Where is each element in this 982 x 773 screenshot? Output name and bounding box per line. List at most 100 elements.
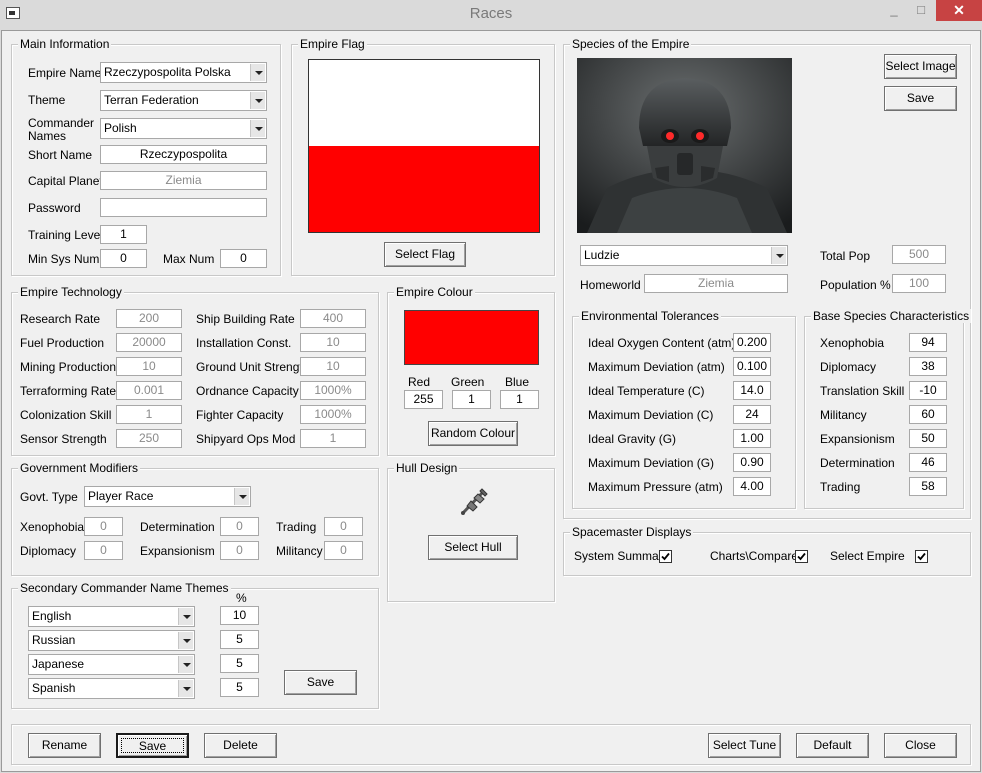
env-row-label: Maximum Deviation (C) (588, 408, 714, 422)
capital-planet-label: Capital Planet (28, 174, 103, 188)
select-empire-checkbox[interactable] (915, 550, 928, 563)
trait-label: Xenophobia (820, 336, 885, 350)
select-image-button[interactable]: Select Image (884, 54, 957, 79)
empire-flag-title: Empire Flag (298, 37, 367, 51)
save-button[interactable]: Save (116, 733, 189, 758)
gov-determination-field: 0 (220, 517, 259, 536)
select-hull-button[interactable]: Select Hull (428, 535, 518, 560)
secondary-theme-combo[interactable]: English (28, 606, 195, 627)
env-row-label: Maximum Deviation (G) (588, 456, 715, 470)
env-row-value[interactable]: 1.00 (733, 429, 771, 448)
secondary-theme-combo[interactable]: Spanish (28, 678, 195, 699)
species-save-button[interactable]: Save (884, 86, 957, 111)
empire-name-combo[interactable]: Rzeczypospolita Polska (100, 62, 267, 83)
trait-value[interactable]: 60 (909, 405, 947, 424)
species-combo[interactable]: Ludzie (580, 245, 788, 266)
green-input[interactable]: 1 (452, 390, 491, 409)
chevron-down-icon[interactable] (178, 680, 193, 697)
chevron-down-icon[interactable] (250, 92, 265, 109)
env-row-label: Maximum Pressure (atm) (588, 480, 723, 494)
trait-label: Expansionism (820, 432, 895, 446)
minimize-button[interactable]: _ (882, 0, 906, 21)
random-colour-button[interactable]: Random Colour (428, 421, 518, 446)
environmental-tolerances-group: Environmental Tolerances Ideal Oxygen Co… (572, 309, 796, 509)
tech-label: Mining Production (20, 360, 117, 374)
chevron-down-icon[interactable] (178, 608, 193, 625)
trait-value[interactable]: 58 (909, 477, 947, 496)
secondary-theme-pct[interactable]: 5 (220, 630, 259, 649)
select-empire-label: Select Empire (830, 549, 905, 563)
short-name-input[interactable]: Rzeczypospolita (100, 145, 267, 164)
training-level-input[interactable]: 1 (100, 225, 147, 244)
max-num-input[interactable]: 0 (220, 249, 267, 268)
env-row-value[interactable]: 4.00 (733, 477, 771, 496)
chevron-down-icon[interactable] (250, 120, 265, 137)
hull-design-title: Hull Design (394, 461, 460, 475)
trait-value[interactable]: 38 (909, 357, 947, 376)
min-sys-num-label: Min Sys Num (28, 252, 100, 266)
trait-label: Translation Skill (820, 384, 905, 398)
gov-xenophobia-field: 0 (84, 517, 123, 536)
chevron-down-icon[interactable] (250, 64, 265, 81)
commander-names-label-line1: Commander (28, 116, 95, 130)
secondary-themes-save-button[interactable]: Save (284, 670, 357, 695)
secondary-theme-pct[interactable]: 5 (220, 654, 259, 673)
species-portrait (577, 58, 792, 233)
theme-combo[interactable]: Terran Federation (100, 90, 267, 111)
rename-button[interactable]: Rename (28, 733, 101, 758)
red-input[interactable]: 255 (404, 390, 443, 409)
env-row-value[interactable]: 0.100 (733, 357, 771, 376)
tech-label: Ground Unit Strength (196, 360, 310, 374)
trait-value[interactable]: 94 (909, 333, 947, 352)
secondary-theme-combo[interactable]: Japanese (28, 654, 195, 675)
env-row-value[interactable]: 0.90 (733, 453, 771, 472)
secondary-theme-pct[interactable]: 10 (220, 606, 259, 625)
gov-diplomacy-label: Diplomacy (20, 544, 77, 558)
tech-label: Ship Building Rate (196, 312, 295, 326)
password-input[interactable] (100, 198, 267, 217)
system-summary-checkbox[interactable] (659, 550, 672, 563)
secondary-commander-themes-title: Secondary Commander Name Themes (18, 581, 231, 595)
trait-value[interactable]: -10 (909, 381, 947, 400)
min-sys-num-input[interactable]: 0 (100, 249, 147, 268)
env-row-value[interactable]: 0.200 (733, 333, 771, 352)
close-button[interactable]: Close (884, 733, 957, 758)
trait-value[interactable]: 46 (909, 453, 947, 472)
empire-colour-group: Empire Colour Red Green Blue 255 1 1 Ran… (387, 285, 555, 456)
env-row-value[interactable]: 24 (733, 405, 771, 424)
default-button[interactable]: Default (796, 733, 869, 758)
trait-value[interactable]: 50 (909, 429, 947, 448)
window-titlebar[interactable]: Races _ □ ✕ (0, 0, 982, 30)
charts-compare-label: Charts\Compare (710, 549, 799, 563)
tech-value: 1 (116, 405, 182, 424)
charts-compare-checkbox[interactable] (795, 550, 808, 563)
system-summary-label: System Summary (574, 549, 669, 563)
select-tune-button[interactable]: Select Tune (708, 733, 781, 758)
chevron-down-icon[interactable] (178, 632, 193, 649)
delete-button[interactable]: Delete (204, 733, 277, 758)
chevron-down-icon[interactable] (178, 656, 193, 673)
homeworld-field: Ziemia (644, 274, 788, 293)
species-title: Species of the Empire (570, 37, 692, 51)
govt-type-combo[interactable]: Player Race (84, 486, 251, 507)
empire-colour-swatch (404, 310, 539, 365)
close-window-button[interactable]: ✕ (936, 0, 982, 21)
green-label: Green (451, 375, 485, 389)
tech-value: 200 (116, 309, 182, 328)
secondary-theme-pct[interactable]: 5 (220, 678, 259, 697)
commander-names-combo[interactable]: Polish (100, 118, 267, 139)
chevron-down-icon[interactable] (771, 247, 786, 264)
blue-input[interactable]: 1 (500, 390, 539, 409)
armored-soldier-portrait-icon (577, 58, 792, 233)
maximize-button[interactable]: □ (908, 0, 934, 21)
env-row-value[interactable]: 14.0 (733, 381, 771, 400)
window-title: Races (469, 5, 513, 22)
trait-label: Trading (820, 480, 861, 494)
gov-militancy-field: 0 (324, 541, 363, 560)
total-pop-field: 500 (892, 245, 946, 264)
tech-value: 20000 (116, 333, 182, 352)
gov-diplomacy-field: 0 (84, 541, 123, 560)
chevron-down-icon[interactable] (234, 488, 249, 505)
secondary-theme-combo[interactable]: Russian (28, 630, 195, 651)
select-flag-button[interactable]: Select Flag (384, 242, 466, 267)
